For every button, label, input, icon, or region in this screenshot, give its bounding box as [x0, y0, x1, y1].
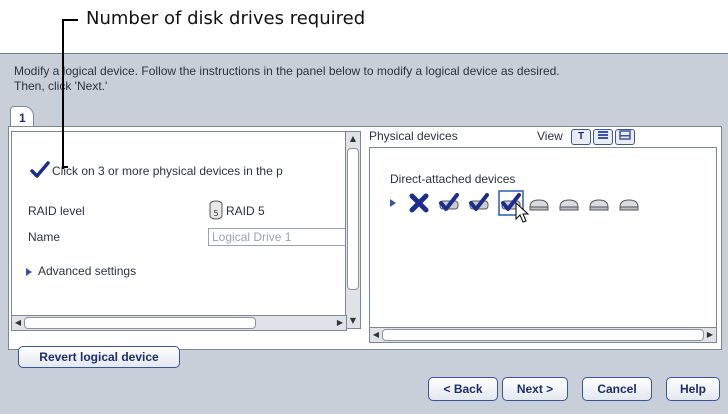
- physical-devices-pane: Direct-attached devices: [369, 147, 717, 329]
- right-horizontal-scrollbar[interactable]: ◀ ▶: [369, 327, 717, 343]
- list-view-icon: [598, 131, 608, 139]
- raid-5-icon: 5: [209, 200, 223, 220]
- scroll-left-icon[interactable]: ◀: [12, 316, 24, 330]
- callout-label: Number of disk drives required: [86, 8, 366, 29]
- svg-text:5: 5: [213, 209, 218, 218]
- help-button[interactable]: Help: [666, 377, 720, 401]
- scroll-right-icon[interactable]: ▶: [334, 316, 346, 330]
- left-vertical-scrollbar[interactable]: ▲ ▼: [345, 131, 361, 329]
- scroll-up-icon[interactable]: ▲: [346, 132, 360, 146]
- callout-line-vertical: [62, 19, 64, 169]
- view-list-button[interactable]: [593, 129, 613, 145]
- scroll-right-icon[interactable]: ▶: [704, 328, 716, 342]
- disk-icon[interactable]: [618, 192, 640, 214]
- physical-devices-title: Physical devices: [369, 129, 458, 143]
- next-button[interactable]: Next >: [502, 377, 568, 401]
- expand-triangle-icon[interactable]: [390, 199, 396, 207]
- callout-line-end: [62, 166, 68, 168]
- tab-1[interactable]: 1: [10, 106, 34, 126]
- revert-logical-device-button[interactable]: Revert logical device: [18, 346, 180, 368]
- view-icon-button[interactable]: [615, 129, 635, 145]
- mouse-cursor-icon: [515, 202, 530, 223]
- back-button[interactable]: < Back: [428, 377, 498, 401]
- scroll-thumb[interactable]: [347, 148, 359, 290]
- expand-triangle-icon: [26, 267, 32, 276]
- view-text-button[interactable]: T: [571, 129, 591, 145]
- cancel-button[interactable]: Cancel: [582, 377, 652, 401]
- name-field[interactable]: [208, 228, 346, 246]
- raid-level-label: RAID level: [28, 204, 85, 218]
- checked-disk-icon[interactable]: [468, 192, 490, 214]
- left-horizontal-scrollbar[interactable]: ◀ ▶: [11, 315, 347, 331]
- instructions-text: Modify a logical device. Follow the inst…: [14, 64, 714, 94]
- disk-icon[interactable]: [528, 192, 550, 214]
- instructions-line-2: Then, click 'Next.': [14, 79, 108, 93]
- scroll-thumb[interactable]: [24, 317, 256, 329]
- scroll-left-icon[interactable]: ◀: [370, 328, 382, 342]
- device-row: [390, 190, 710, 223]
- x-disk-icon[interactable]: [408, 192, 430, 214]
- main-panel: Click on 3 or more physical devices in t…: [8, 126, 722, 350]
- checkmark-icon: [30, 161, 50, 178]
- instruction-text: Click on 3 or more physical devices in t…: [52, 164, 283, 178]
- scroll-down-icon[interactable]: ▼: [346, 314, 360, 328]
- disk-icon[interactable]: [588, 192, 610, 214]
- scroll-thumb[interactable]: [382, 329, 704, 341]
- direct-attached-label: Direct-attached devices: [390, 172, 516, 186]
- raid-level-value: RAID 5: [226, 204, 265, 218]
- checked-disk-icon[interactable]: [438, 192, 460, 214]
- wizard-window: Modify a logical device. Follow the inst…: [0, 53, 728, 414]
- view-label: View: [537, 129, 563, 143]
- callout-line: [62, 19, 78, 21]
- advanced-settings-toggle[interactable]: Advanced settings: [26, 264, 136, 278]
- name-label: Name: [28, 230, 61, 244]
- disk-icon[interactable]: [558, 192, 580, 214]
- advanced-settings-label: Advanced settings: [38, 264, 137, 278]
- instructions-line-1: Modify a logical device. Follow the inst…: [14, 64, 560, 78]
- icon-view-icon: [619, 130, 631, 140]
